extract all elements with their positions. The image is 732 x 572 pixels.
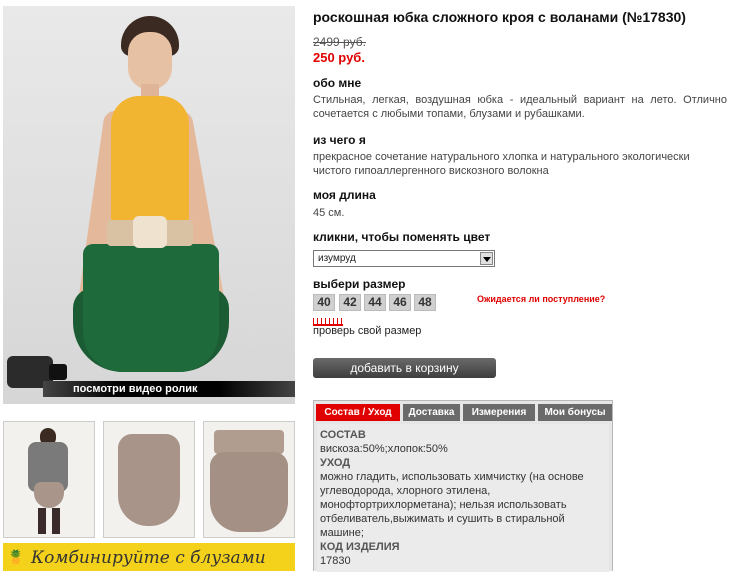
color-select-value: изумруд (318, 253, 356, 264)
composition-text: вискоза:50%;хлопок:50% (320, 443, 448, 455)
tab-measurements[interactable]: Измерения (463, 404, 535, 421)
tab-my-bonuses[interactable]: Мои бонусы (538, 404, 612, 421)
size-heading: выбери размер (313, 277, 406, 291)
thumbnail-1[interactable] (3, 421, 95, 538)
size-option-42[interactable]: 42 (339, 294, 361, 311)
material-heading: из чего я (313, 133, 366, 147)
pineapple-icon: 🍍 (7, 549, 25, 565)
color-heading: кликни, чтобы поменять цвет (313, 230, 491, 244)
product-title: роскошная юбка сложного кроя с воланами … (313, 9, 686, 25)
care-text: можно гладить, использовать химчистку (н… (320, 471, 584, 539)
thumbnail-3[interactable] (203, 421, 295, 538)
product-main-photo[interactable]: посмотри видео ролик (3, 6, 295, 404)
tab-delivery[interactable]: Доставка (403, 404, 460, 421)
video-banner[interactable]: посмотри видео ролик (3, 346, 295, 404)
tab-content: СОСТАВ вискоза:50%;хлопок:50% УХОД можно… (317, 424, 609, 572)
size-option-40[interactable]: 40 (313, 294, 335, 311)
color-select[interactable]: изумруд (313, 250, 495, 267)
product-code-heading: КОД ИЗДЕЛИЯ (320, 541, 400, 553)
thumbnail-2[interactable] (103, 421, 195, 538)
about-text: Стильная, легкая, воздушная юбка - идеал… (313, 94, 727, 120)
size-option-44[interactable]: 44 (364, 294, 386, 311)
about-heading: обо мне (313, 76, 362, 90)
product-code: 17830 (320, 555, 351, 567)
tab-composition-care[interactable]: Состав / Уход (316, 404, 400, 421)
add-to-cart-button[interactable]: добавить в корзину (313, 358, 496, 378)
combine-with-blouses-banner[interactable]: 🍍 Комбинируйте с блузами (3, 543, 295, 571)
composition-heading: СОСТАВ (320, 429, 366, 441)
info-tabs: Состав / Уход Доставка Измерения Мои бон… (313, 400, 613, 572)
chevron-down-icon[interactable] (480, 252, 493, 265)
care-heading: УХОД (320, 457, 351, 469)
old-price: 2499 руб. (313, 35, 366, 49)
expected-arrival-link[interactable]: Ожидается ли поступление? (477, 294, 605, 304)
combine-banner-text: Комбинируйте с блузами (31, 548, 266, 568)
check-size-link[interactable]: проверь свой размер (313, 325, 421, 337)
material-text: прекрасное сочетание натурального хлопка… (313, 151, 690, 177)
video-banner-label: посмотри видео ролик (73, 383, 198, 395)
length-value: 45 см. (313, 207, 345, 219)
size-option-48[interactable]: 48 (414, 294, 436, 311)
length-heading: моя длина (313, 188, 376, 202)
new-price: 250 руб. (313, 50, 365, 65)
size-option-46[interactable]: 46 (389, 294, 411, 311)
